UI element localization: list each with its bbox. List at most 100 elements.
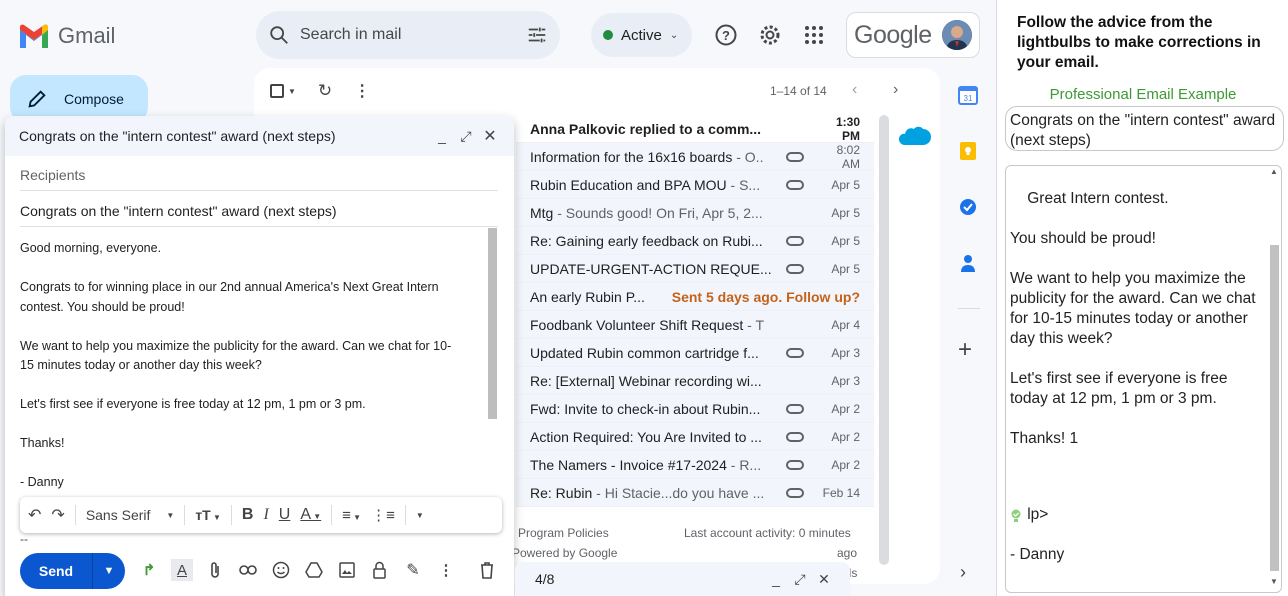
expand-icon[interactable]: ⤢ bbox=[456, 128, 476, 145]
recipients-field[interactable]: Recipients bbox=[20, 164, 498, 191]
list-scrollbar[interactable] bbox=[879, 115, 889, 565]
lightbulb-extension-icon[interactable]: ↱ bbox=[138, 559, 160, 581]
body-scrollbar[interactable] bbox=[488, 228, 497, 419]
subject-field[interactable]: Congrats on the "intern contest" award (… bbox=[20, 200, 498, 227]
more-formatting-icon[interactable]: ▼ bbox=[416, 511, 424, 520]
followup-nudge[interactable]: Sent 5 days ago. Follow up? bbox=[672, 289, 860, 305]
more-options-icon[interactable]: ⋮ bbox=[435, 559, 457, 581]
scroll-thumb[interactable] bbox=[1270, 245, 1279, 571]
text-color-icon[interactable]: A ▼ bbox=[300, 506, 321, 524]
mail-subject-text: Re: Gaining early feedback on Rubi... bbox=[530, 232, 763, 249]
underline-icon[interactable]: U bbox=[279, 506, 291, 524]
confidential-mode-icon[interactable] bbox=[369, 559, 391, 581]
google-account-switcher[interactable]: Google bbox=[846, 12, 980, 58]
mail-row[interactable]: Fwd: Invite to check-in about Rubin... Ap… bbox=[516, 395, 874, 423]
insert-photo-icon[interactable] bbox=[336, 559, 358, 581]
signature-pen-icon[interactable]: ✎ bbox=[402, 559, 424, 581]
numbered-list-icon[interactable]: ⋮≡ bbox=[371, 506, 395, 524]
emoji-icon[interactable] bbox=[270, 559, 292, 581]
program-policies-link[interactable]: Program Policies bbox=[518, 526, 609, 540]
mail-subject: Action Required: You Are Invited to ... bbox=[530, 429, 778, 445]
insert-link-icon[interactable] bbox=[237, 559, 259, 581]
search-icon[interactable] bbox=[268, 24, 290, 46]
mail-subject: An early Rubin P... bbox=[530, 289, 662, 305]
refresh-icon[interactable]: ↻ bbox=[318, 81, 332, 101]
prev-page-icon[interactable]: ‹ bbox=[852, 81, 857, 99]
bold-icon[interactable]: B bbox=[242, 506, 254, 524]
minimize-icon[interactable]: _ bbox=[766, 571, 786, 587]
avatar[interactable] bbox=[941, 20, 972, 50]
add-addon-icon[interactable]: + bbox=[958, 338, 972, 362]
keep-icon[interactable] bbox=[958, 141, 978, 166]
mail-row[interactable]: UPDATE-URGENT-ACTION REQUE... Apr 5 bbox=[516, 255, 874, 283]
next-page-icon[interactable]: › bbox=[893, 81, 898, 99]
close-icon[interactable]: ✕ bbox=[814, 571, 834, 588]
undo-icon[interactable]: ↶ bbox=[28, 505, 41, 525]
mail-row[interactable]: Information for the 16x16 boards - O.. 8:… bbox=[516, 143, 874, 171]
font-select[interactable]: Sans Serif ▼ bbox=[86, 507, 175, 523]
mail-row[interactable]: Updated Rubin common cartridge f... Apr 3 bbox=[516, 339, 874, 367]
font-size-icon[interactable]: тT ▼ bbox=[195, 507, 221, 523]
search-bar[interactable] bbox=[256, 11, 560, 59]
attachment-icon bbox=[786, 403, 804, 414]
expand-side-panel-icon[interactable]: › bbox=[960, 562, 966, 583]
send-button[interactable]: Send ▼ bbox=[20, 553, 125, 589]
mail-row[interactable]: Re: Gaining early feedback on Rubi... Apr… bbox=[516, 227, 874, 255]
mail-snippet: - Hi Stacie...do you have ... bbox=[592, 484, 765, 501]
contacts-icon[interactable] bbox=[958, 253, 978, 278]
toolbar-divider bbox=[404, 505, 406, 525]
compose-header[interactable]: Congrats on the "intern contest" award (… bbox=[5, 116, 514, 156]
salesforce-icon[interactable] bbox=[898, 123, 932, 154]
message-body[interactable]: Good morning, everyone. Congrats to for … bbox=[20, 239, 482, 493]
mail-subject-text: Information for the 16x16 boards bbox=[530, 148, 733, 165]
minimize-icon[interactable]: _ bbox=[432, 128, 452, 144]
mail-row[interactable]: Foodbank Volunteer Shift Request - T Apr … bbox=[516, 311, 874, 339]
chevron-down-icon[interactable]: ▼ bbox=[288, 87, 296, 96]
scroll-up-icon[interactable]: ▲ bbox=[1270, 167, 1278, 176]
more-vert-icon[interactable]: ⋮ bbox=[354, 81, 370, 101]
minimized-compose[interactable]: 4/8 _ ⤢ ✕ bbox=[515, 562, 850, 596]
redo-icon[interactable]: ↷ bbox=[51, 505, 64, 525]
example-body-field[interactable]: Great Intern contest. You should be prou… bbox=[1005, 165, 1282, 593]
search-input[interactable] bbox=[300, 11, 526, 59]
drive-icon[interactable] bbox=[303, 559, 325, 581]
scroll-down-icon[interactable]: ▼ bbox=[1270, 577, 1278, 586]
close-icon[interactable]: ✕ bbox=[480, 126, 500, 146]
help-icon[interactable]: ? bbox=[710, 19, 742, 51]
mail-row[interactable]: Re: [External] Webinar recording wi... Ap… bbox=[516, 367, 874, 395]
schedule-send-chevron-icon[interactable]: ▼ bbox=[93, 565, 125, 577]
select-all-checkbox[interactable]: ▼ bbox=[270, 84, 296, 98]
mail-row[interactable]: Anna Palkovic replied to a comm... 1:30 P… bbox=[516, 115, 874, 143]
google-brand: Google bbox=[854, 20, 932, 49]
example-subject-field[interactable]: Congrats on the "intern contest" award (… bbox=[1005, 106, 1284, 151]
formatting-options-icon[interactable]: A bbox=[171, 559, 193, 581]
mail-row[interactable]: Re: Rubin - Hi Stacie...do you have ... F… bbox=[516, 479, 874, 507]
align-icon[interactable]: ≡ ▼ bbox=[342, 507, 361, 524]
search-options-icon[interactable] bbox=[526, 24, 548, 46]
mail-row[interactable]: Rubin Education and BPA MOU - S... Apr 5 bbox=[516, 171, 874, 199]
attach-file-icon[interactable] bbox=[204, 559, 226, 581]
example-body-scrollbar[interactable]: ▲ ▼ bbox=[1268, 167, 1281, 591]
tasks-icon[interactable] bbox=[958, 197, 978, 222]
mail-row[interactable]: The Namers - Invoice #17-2024 - R... Apr … bbox=[516, 451, 874, 479]
powered-by-text: Powered by Google bbox=[512, 546, 618, 560]
italic-icon[interactable]: I bbox=[263, 506, 268, 524]
mail-subject-text: The Namers - Invoice #17-2024 bbox=[530, 456, 727, 473]
chevron-down-icon: ⌄ bbox=[669, 29, 679, 41]
mail-row[interactable]: Action Required: You Are Invited to ... A… bbox=[516, 423, 874, 451]
status-chip[interactable]: Active ⌄ bbox=[591, 13, 692, 57]
lightbulb-icon[interactable] bbox=[1010, 469, 1022, 522]
mail-subject-text: Fwd: Invite to check-in about Rubin... bbox=[530, 400, 761, 417]
discard-trash-icon[interactable] bbox=[479, 561, 495, 584]
compose-label: Compose bbox=[64, 91, 124, 107]
gmail-logo[interactable]: Gmail bbox=[18, 22, 128, 50]
apps-grid-icon[interactable] bbox=[798, 19, 830, 51]
mail-row[interactable]: Mtg - Sounds good! On Fri, Apr 5, 2... Ap… bbox=[516, 199, 874, 227]
expand-icon[interactable]: ⤢ bbox=[790, 571, 810, 588]
settings-gear-icon[interactable] bbox=[754, 19, 786, 51]
toolbar-divider bbox=[74, 505, 76, 525]
mail-row[interactable]: An early Rubin P... Sent 5 days ago. Foll… bbox=[516, 283, 874, 311]
mail-date: Apr 4 bbox=[831, 317, 860, 332]
mail-subject: UPDATE-URGENT-ACTION REQUE... bbox=[530, 261, 778, 277]
calendar-icon[interactable]: 31 bbox=[958, 85, 978, 110]
